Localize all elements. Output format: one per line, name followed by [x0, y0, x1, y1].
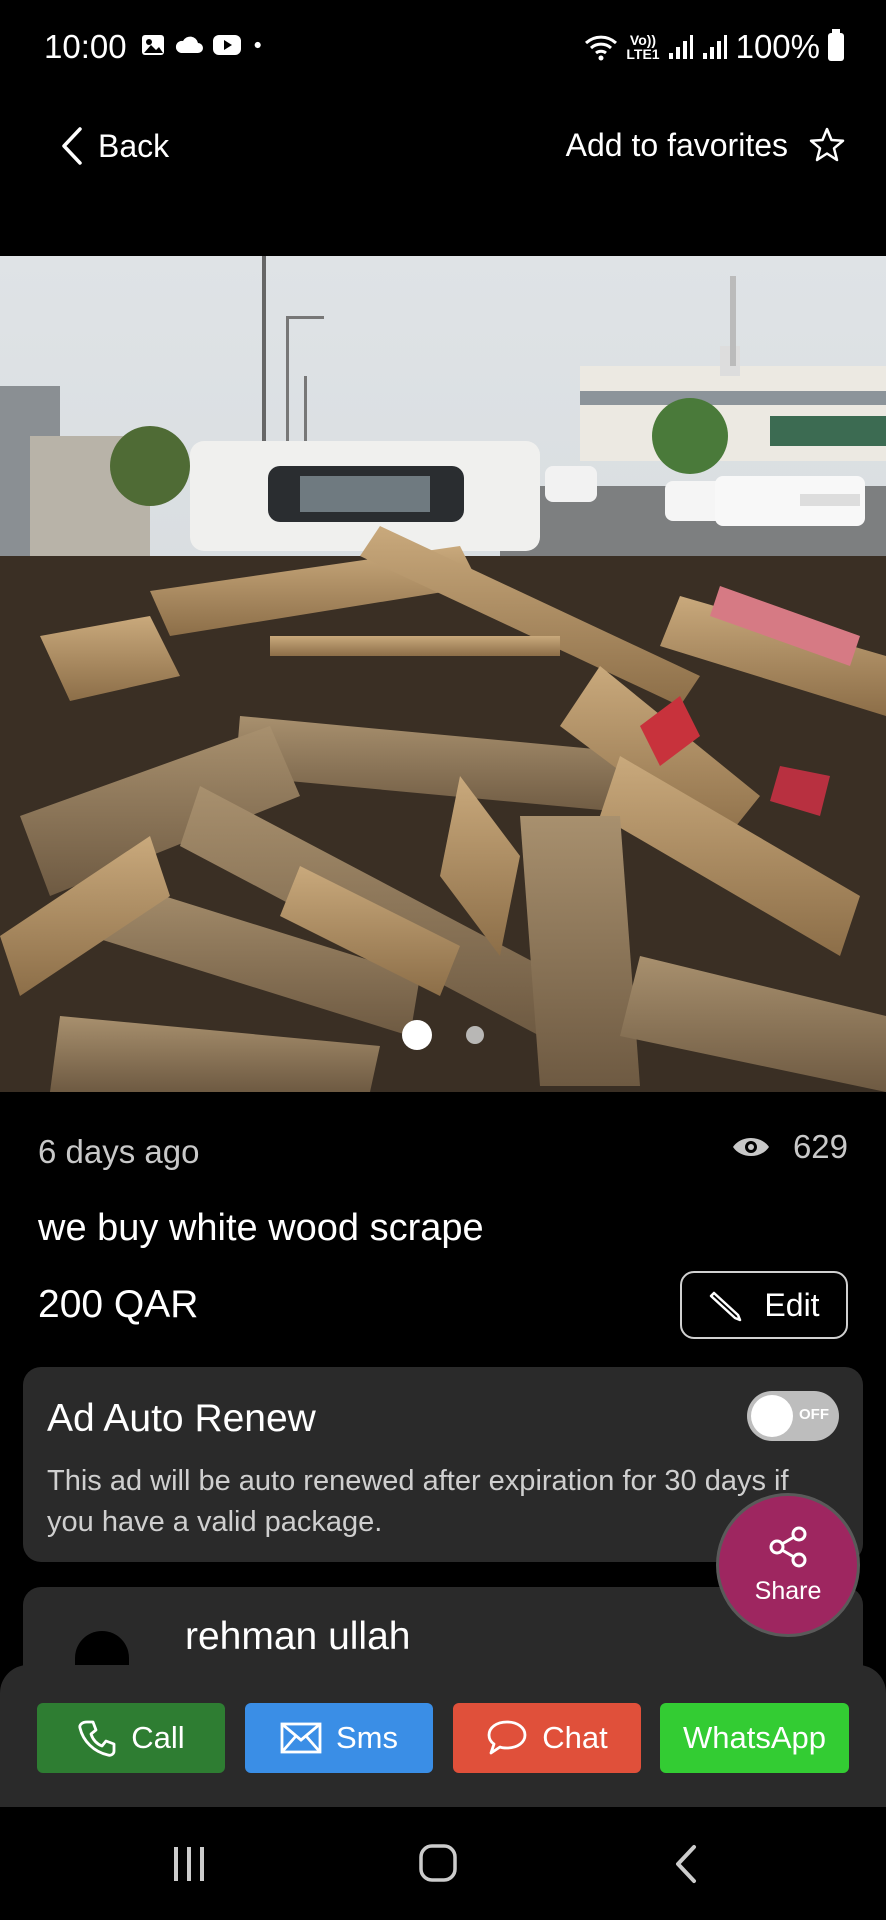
back-nav-icon[interactable]: [672, 1843, 700, 1885]
toggle-knob: [751, 1395, 793, 1437]
whatsapp-label: WhatsApp: [682, 1720, 826, 1755]
auto-renew-description: This ad will be auto renewed after expir…: [47, 1465, 789, 1538]
carousel-dot-active[interactable]: [402, 1020, 432, 1050]
share-icon: [769, 1526, 807, 1567]
home-icon[interactable]: [418, 1843, 458, 1883]
eye-icon: [732, 1138, 769, 1156]
battery-percent: 100%: [735, 28, 820, 65]
status-notification-icons: [140, 32, 270, 58]
dot-icon: [254, 41, 261, 49]
status-time: 10:00: [44, 28, 127, 65]
listing-photo: [0, 256, 886, 1092]
sms-button[interactable]: Sms: [245, 1703, 433, 1773]
pencil-icon: [710, 1291, 742, 1322]
chat-button[interactable]: Chat: [453, 1703, 641, 1773]
seller-name: rehman ullah: [185, 1615, 411, 1658]
status-system-icons: Vo)) LTE1 100%: [584, 28, 844, 66]
top-nav: Back Add to favorites: [0, 118, 886, 178]
cloud-icon: [175, 36, 203, 53]
network-type-label: Vo)) LTE1: [626, 32, 660, 62]
recent-apps-icon[interactable]: [170, 1843, 210, 1883]
chat-bubble-icon: [487, 1720, 527, 1755]
share-label: Share: [754, 1576, 822, 1605]
whatsapp-button[interactable]: WhatsApp: [660, 1703, 849, 1773]
auto-renew-title: Ad Auto Renew: [47, 1397, 316, 1440]
back-button[interactable]: Back: [60, 126, 169, 166]
phone-icon: [78, 1720, 116, 1757]
listing-photo-carousel[interactable]: [0, 256, 886, 1092]
favorites-label: Add to favorites: [565, 126, 788, 163]
call-label: Call: [131, 1720, 185, 1755]
gallery-icon: [142, 35, 164, 55]
signal-icon: [668, 35, 693, 59]
envelope-icon: [280, 1722, 322, 1754]
star-icon: [809, 127, 845, 162]
auto-renew-toggle[interactable]: OFF: [747, 1391, 839, 1441]
add-to-favorites-button[interactable]: Add to favorites: [566, 126, 846, 164]
view-count: 629: [731, 1128, 848, 1166]
edit-button[interactable]: Edit: [680, 1271, 848, 1339]
carousel-indicator: [0, 1020, 886, 1050]
chat-label: Chat: [542, 1720, 608, 1755]
back-label: Back: [98, 127, 170, 164]
chevron-left-icon: [62, 127, 82, 165]
toggle-state-label: OFF: [799, 1406, 829, 1423]
battery-icon: [828, 29, 844, 61]
contact-action-bar: Call Sms Chat WhatsApp: [0, 1665, 886, 1807]
ad-price: 200 QAR: [38, 1283, 199, 1326]
status-bar: 10:00 Vo)) LTE1 100%: [0, 0, 886, 90]
wifi-icon: [585, 35, 618, 61]
call-button[interactable]: Call: [37, 1703, 225, 1773]
carousel-dot[interactable]: [466, 1026, 484, 1044]
youtube-icon: [213, 35, 241, 55]
view-count-value: 629: [792, 1128, 848, 1165]
system-nav-bar: [0, 1807, 886, 1920]
share-button[interactable]: Share: [716, 1493, 860, 1637]
sms-label: Sms: [336, 1720, 398, 1755]
signal-icon: [702, 35, 727, 59]
edit-label: Edit: [764, 1286, 820, 1323]
posted-time: 6 days ago: [38, 1133, 200, 1170]
ad-title: we buy white wood scrape: [38, 1207, 484, 1249]
